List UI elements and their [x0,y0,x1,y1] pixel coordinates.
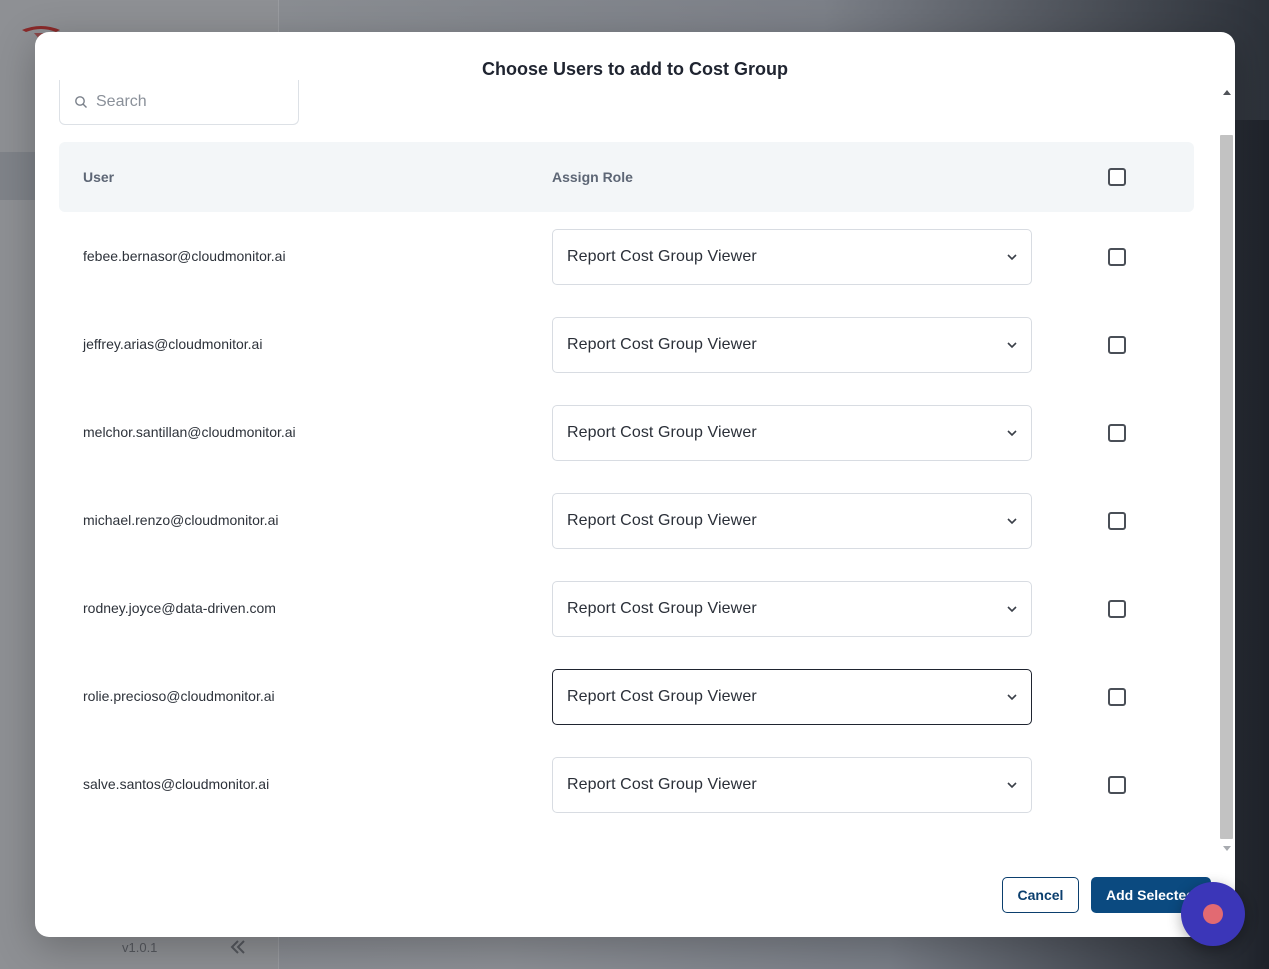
table-row: michael.renzo@cloudmonitor.ai Report Cos… [59,476,1194,564]
row-checkbox[interactable] [1108,336,1126,354]
search-box[interactable] [59,80,299,125]
modal-title: Choose Users to add to Cost Group [481,59,789,79]
chat-widget-icon [1203,904,1223,924]
table-row: jeffrey.arias@cloudmonitor.ai Report Cos… [59,300,1194,388]
column-header-assign-role: Assign Role [552,169,633,185]
chevron-down-icon [1007,254,1017,261]
role-select-value: Report Cost Group Viewer [567,248,757,265]
role-select[interactable]: Report Cost Group Viewer [552,317,1032,373]
background-sidebar-active-item [0,152,36,200]
table-row: rodney.joyce@data-driven.com Report Cost… [59,564,1194,652]
role-select-value: Report Cost Group Viewer [567,424,757,441]
chevron-down-icon [1007,342,1017,349]
scrollbar-thumb[interactable] [1220,135,1233,839]
row-checkbox[interactable] [1108,248,1126,266]
row-checkbox[interactable] [1108,776,1126,794]
scrollbar[interactable] [1219,85,1235,853]
chevron-down-icon [1007,694,1017,701]
table-row: salve.santos@cloudmonitor.ai Report Cost… [59,740,1194,828]
row-checkbox[interactable] [1108,688,1126,706]
user-email: rolie.precioso@cloudmonitor.ai [83,688,275,704]
role-select-focused[interactable]: Report Cost Group Viewer [552,669,1032,725]
user-email: salve.santos@cloudmonitor.ai [83,776,270,792]
user-email: febee.bernasor@cloudmonitor.ai [83,248,286,264]
role-select-value: Report Cost Group Viewer [567,688,757,705]
chat-widget-button[interactable] [1181,882,1245,946]
cancel-button[interactable]: Cancel [1002,877,1079,913]
search-input[interactable] [96,93,286,111]
user-email: rodney.joyce@data-driven.com [83,600,276,616]
role-select-value: Report Cost Group Viewer [567,776,757,793]
role-select-value: Report Cost Group Viewer [567,600,757,617]
table-row: rolie.precioso@cloudmonitor.ai Report Co… [59,652,1194,740]
chevron-down-icon [1007,518,1017,525]
role-select[interactable]: Report Cost Group Viewer [552,229,1032,285]
chevron-down-icon [1007,782,1017,789]
scroll-up-arrow-icon[interactable] [1223,90,1231,95]
search-icon [75,96,87,108]
table-header: User Assign Role [59,142,1194,212]
add-users-modal: Choose Users to add to Cost Group User A… [35,32,1235,937]
role-select[interactable]: Report Cost Group Viewer [552,757,1032,813]
user-list: febee.bernasor@cloudmonitor.ai Report Co… [59,212,1194,828]
chevron-down-icon [1007,430,1017,437]
role-select[interactable]: Report Cost Group Viewer [552,581,1032,637]
scroll-down-arrow-icon[interactable] [1223,846,1231,851]
table-row: febee.bernasor@cloudmonitor.ai Report Co… [59,212,1194,300]
role-select[interactable]: Report Cost Group Viewer [552,493,1032,549]
user-email: jeffrey.arias@cloudmonitor.ai [83,336,263,352]
row-checkbox[interactable] [1108,424,1126,442]
role-select-value: Report Cost Group Viewer [567,336,757,353]
role-select[interactable]: Report Cost Group Viewer [552,405,1032,461]
row-checkbox[interactable] [1108,512,1126,530]
table-row: melchor.santillan@cloudmonitor.ai Report… [59,388,1194,476]
user-email: melchor.santillan@cloudmonitor.ai [83,424,296,440]
column-header-user: User [83,169,115,185]
app-version: v1.0.1 [122,940,158,955]
select-all-checkbox[interactable] [1108,168,1126,186]
user-email: michael.renzo@cloudmonitor.ai [83,512,279,528]
double-chevron-left-icon[interactable] [227,936,249,958]
row-checkbox[interactable] [1108,600,1126,618]
chevron-down-icon [1007,606,1017,613]
role-select-value: Report Cost Group Viewer [567,512,757,529]
